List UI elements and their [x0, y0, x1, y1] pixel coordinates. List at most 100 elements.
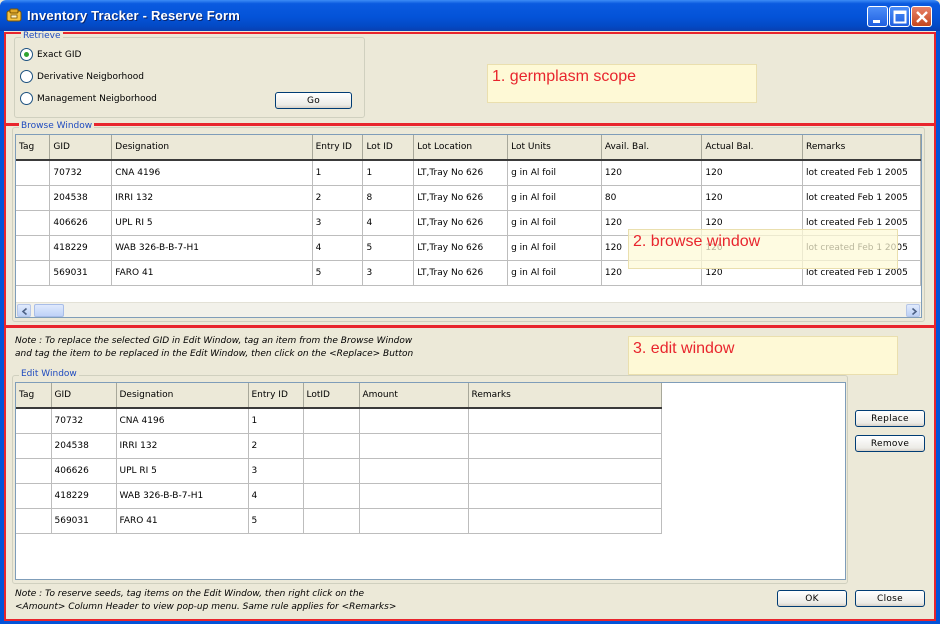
table-cell[interactable]	[303, 433, 360, 459]
table-row[interactable]: 70732 CNA 4196 1	[16, 408, 662, 434]
table-cell[interactable]: 1	[312, 160, 364, 186]
table-cell[interactable]: UPL RI 5	[116, 458, 249, 484]
table-cell[interactable]: WAB 326-B-B-7-H1	[111, 235, 313, 261]
table-cell[interactable]: 2	[312, 185, 364, 211]
tag-cell[interactable]	[16, 260, 51, 286]
table-cell[interactable]: 4	[312, 235, 364, 261]
table-cell[interactable]	[468, 433, 662, 459]
table-cell[interactable]: LT,Tray No 626	[413, 185, 509, 211]
table-cell[interactable]: 5	[312, 260, 364, 286]
tag-cell[interactable]	[16, 458, 52, 484]
maximize-button[interactable]	[889, 6, 910, 27]
tag-cell[interactable]	[16, 483, 52, 509]
replace-button[interactable]: Replace	[855, 410, 925, 427]
table-cell[interactable]: 418229	[49, 235, 113, 261]
table-cell[interactable]: g in Al foil	[507, 235, 602, 261]
table-row[interactable]: 70732 CNA 4196 1 1 LT,Tray No 626 g in Al foi…	[16, 160, 921, 186]
table-cell[interactable]: 1	[362, 160, 415, 186]
table-cell[interactable]	[359, 508, 469, 534]
browse-horizontal-scrollbar[interactable]	[16, 302, 921, 317]
table-cell[interactable]: 4	[362, 210, 415, 236]
table-cell[interactable]: g in Al foil	[507, 210, 602, 236]
column-header[interactable]: Designation	[116, 383, 249, 409]
minimize-button[interactable]	[867, 6, 888, 27]
table-cell[interactable]: UPL RI 5	[111, 210, 313, 236]
radio-derivative-neighborhood[interactable]: Derivative Neigborhood	[20, 70, 144, 83]
tag-cell[interactable]	[16, 508, 52, 534]
table-cell[interactable]: FARO 41	[111, 260, 313, 286]
table-cell[interactable]: 4	[248, 483, 304, 509]
scroll-right-button[interactable]	[906, 304, 920, 317]
column-header[interactable]: Lot Units	[507, 135, 602, 161]
table-cell[interactable]	[468, 408, 662, 434]
close-button[interactable]: Close	[855, 590, 925, 607]
table-cell[interactable]: 1	[248, 408, 304, 434]
table-cell[interactable]: FARO 41	[116, 508, 249, 534]
table-cell[interactable]: WAB 326-B-B-7-H1	[116, 483, 249, 509]
table-cell[interactable]: 5	[362, 235, 415, 261]
radio-button[interactable]	[20, 92, 33, 105]
table-cell[interactable]	[303, 408, 360, 434]
table-cell[interactable]: g in Al foil	[507, 160, 602, 186]
column-header[interactable]: Avail. Bal.	[601, 135, 703, 161]
table-cell[interactable]: 80	[601, 185, 703, 211]
column-header[interactable]: Amount	[359, 383, 469, 409]
tag-cell[interactable]	[16, 235, 51, 261]
table-cell[interactable]: 204538	[49, 185, 113, 211]
table-cell[interactable]: 204538	[51, 433, 117, 459]
table-cell[interactable]: LT,Tray No 626	[413, 210, 509, 236]
table-cell[interactable]: 569031	[51, 508, 117, 534]
radio-exact-gid[interactable]: Exact GID	[20, 48, 81, 61]
table-cell[interactable]: LT,Tray No 626	[413, 160, 509, 186]
table-cell[interactable]	[303, 508, 360, 534]
column-header[interactable]: Designation	[111, 135, 313, 161]
column-header[interactable]: Tag	[16, 135, 51, 161]
column-header[interactable]: Remarks	[802, 135, 921, 161]
close-window-button[interactable]	[911, 6, 932, 27]
column-header[interactable]: Remarks	[468, 383, 662, 409]
table-cell[interactable]: g in Al foil	[507, 260, 602, 286]
title-bar[interactable]: Inventory Tracker - Reserve Form	[0, 0, 940, 31]
table-cell[interactable]	[303, 458, 360, 484]
tag-cell[interactable]	[16, 433, 52, 459]
table-cell[interactable]: IRRI 132	[116, 433, 249, 459]
table-row[interactable]: 204538 IRRI 132 2	[16, 433, 662, 459]
table-cell[interactable]: lot created Feb 1 2005	[802, 160, 921, 186]
edit-table-container[interactable]: Tag GID Designation Entry ID LotID Amount Rema…	[15, 382, 846, 580]
table-row[interactable]: 406626 UPL RI 53	[16, 458, 662, 484]
table-cell[interactable]: CNA 4196	[116, 408, 249, 434]
column-header[interactable]: GID	[51, 383, 117, 409]
table-row[interactable]: 569031 FARO 41 5	[16, 508, 662, 534]
table-cell[interactable]: 2	[248, 433, 304, 459]
table-cell[interactable]	[359, 458, 469, 484]
table-cell[interactable]: g in Al foil	[507, 185, 602, 211]
radio-management-neighborhood[interactable]: Management Neigborhood	[20, 92, 157, 105]
table-cell[interactable]: 70732	[51, 408, 117, 434]
tag-cell[interactable]	[16, 160, 51, 186]
table-cell[interactable]: 120	[601, 160, 703, 186]
table-cell[interactable]: LT,Tray No 626	[413, 260, 509, 286]
column-header[interactable]: Lot Location	[413, 135, 509, 161]
table-cell[interactable]	[359, 433, 469, 459]
table-cell[interactable]: 418229	[51, 483, 117, 509]
go-button[interactable]: Go	[275, 92, 352, 109]
radio-button[interactable]	[20, 70, 33, 83]
ok-button[interactable]: OK	[777, 590, 847, 607]
column-header[interactable]: Tag	[16, 383, 52, 409]
column-header[interactable]: Lot ID	[362, 135, 415, 161]
column-header[interactable]: Entry ID	[248, 383, 304, 409]
remove-button[interactable]: Remove	[855, 435, 925, 452]
table-cell[interactable]	[303, 483, 360, 509]
tag-cell[interactable]	[16, 210, 51, 236]
table-cell[interactable]: lot created Feb 1 2005	[802, 185, 921, 211]
table-cell[interactable]	[359, 483, 469, 509]
table-cell[interactable]: 3	[312, 210, 364, 236]
table-row[interactable]: 418229 WAB 326-B-B-7-H1 4	[16, 483, 662, 509]
column-header[interactable]: Entry ID	[312, 135, 364, 161]
table-cell[interactable]: CNA 4196	[111, 160, 313, 186]
scroll-left-button[interactable]	[17, 304, 31, 317]
radio-button-selected[interactable]	[20, 48, 33, 61]
table-cell[interactable]: 120	[701, 185, 804, 211]
table-cell[interactable]: 569031	[49, 260, 113, 286]
table-cell[interactable]: 3	[248, 458, 304, 484]
